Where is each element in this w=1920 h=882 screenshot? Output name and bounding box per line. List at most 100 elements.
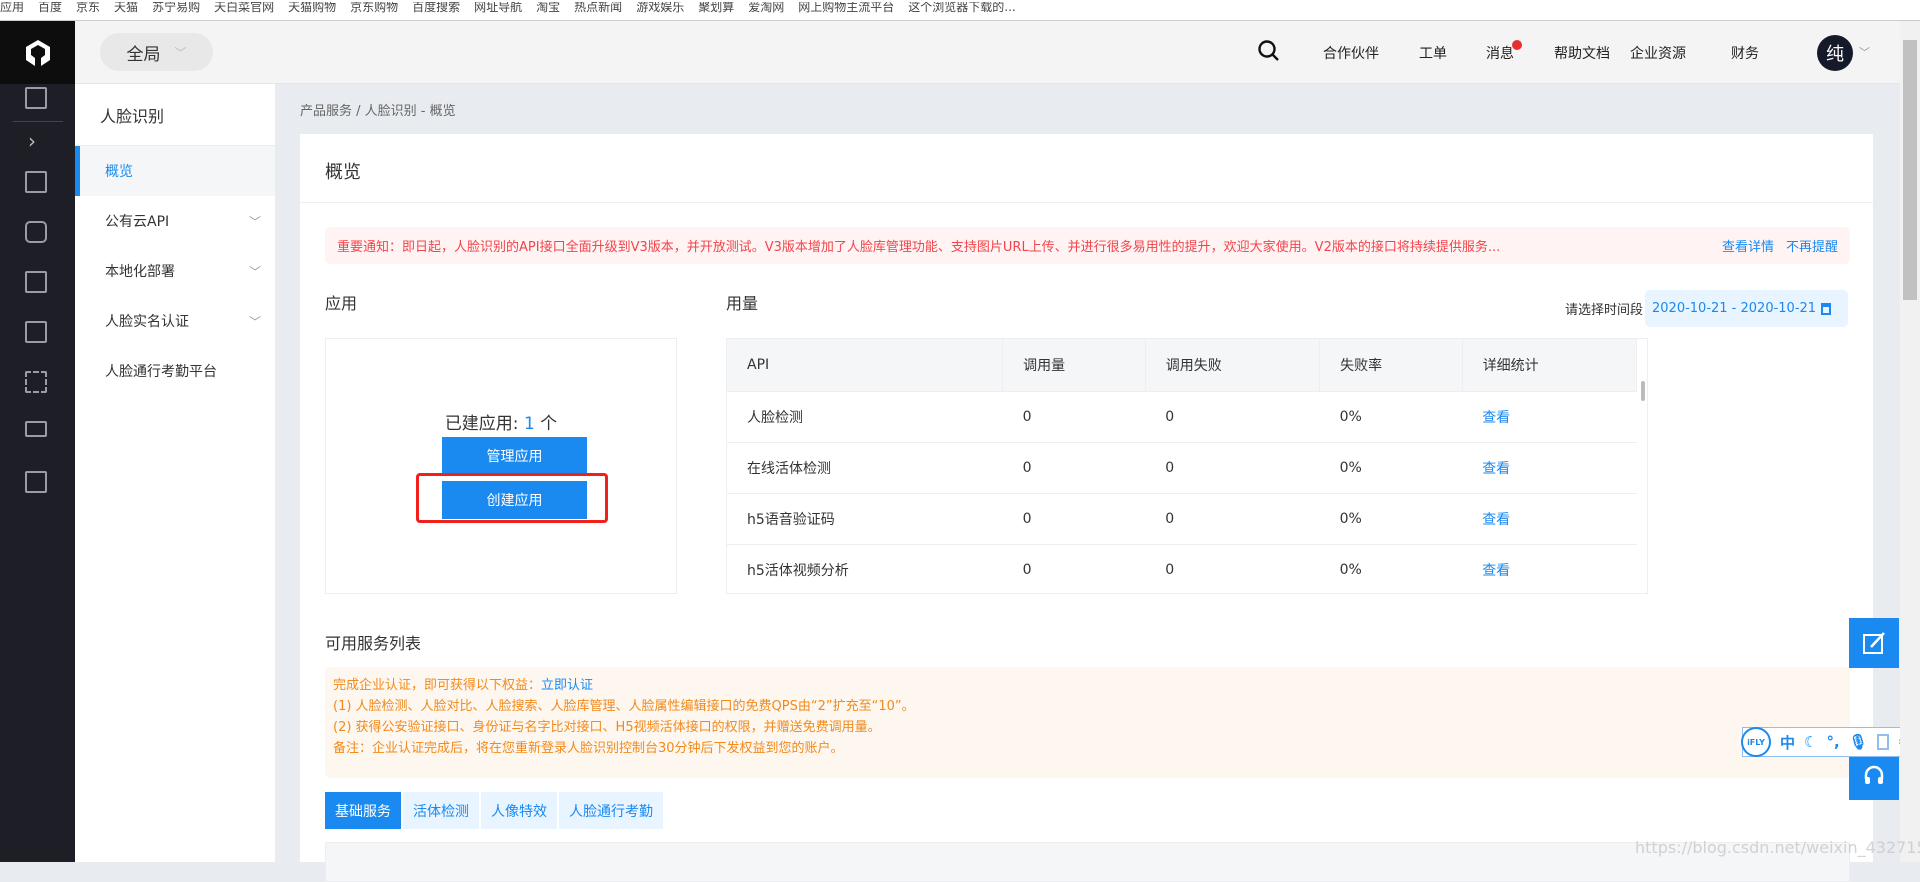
certify-now-link[interactable]: 立即认证 — [541, 678, 593, 693]
table-cell: 0% — [1319, 492, 1463, 544]
nav-enterprise[interactable]: 企业资源 — [1630, 43, 1686, 63]
dashboard-icon[interactable] — [25, 87, 47, 109]
nav-messages[interactable]: 消息 — [1486, 43, 1514, 63]
view-stats-link[interactable]: 查看 — [1482, 461, 1510, 477]
column-header: 调用失败 — [1145, 339, 1321, 391]
watermark: https://blog.csdn.net/weixin_43271542 — [1635, 838, 1920, 857]
bookmark-item[interactable]: 网上购物主流平台 — [798, 2, 894, 16]
bookmark-item[interactable]: 天猫购物 — [288, 2, 336, 16]
table-cell: 0 — [1002, 543, 1146, 593]
chevron-down-icon: ﹀ — [248, 214, 261, 229]
sidebar-item-label: 公有云API — [105, 214, 170, 230]
bookmark-item[interactable]: 百度 — [38, 2, 62, 16]
frame-icon[interactable] — [25, 271, 47, 293]
divider — [300, 202, 1873, 203]
bookmark-item[interactable]: 游戏娱乐 — [636, 2, 684, 16]
bookmark-item[interactable]: 聚划算 — [698, 2, 734, 16]
sidebar-item-label: 人脸通行考勤平台 — [105, 364, 217, 380]
table-row: h5语音验证码 0 0 0% 查看 — [727, 492, 1637, 544]
view-stats-link[interactable]: 查看 — [1482, 512, 1510, 528]
unread-badge — [1512, 40, 1522, 50]
sidebar-item-label: 概览 — [105, 164, 133, 180]
table-cell: 人脸检测 — [727, 390, 1003, 442]
table-cell: 0 — [1145, 543, 1320, 593]
chinese-mode-toggle[interactable]: 中 — [1780, 732, 1795, 753]
sidebar-item[interactable]: 人脸通行考勤平台 — [75, 346, 275, 396]
date-range-picker[interactable]: 2020-10-21 - 2020-10-21 — [1645, 290, 1848, 327]
logo[interactable] — [0, 21, 75, 84]
column-header: 详细统计 — [1462, 339, 1638, 391]
avatar[interactable]: 纯 — [1817, 35, 1853, 71]
moon-icon[interactable]: ☾ — [1804, 733, 1817, 751]
bookmark-item[interactable]: 天猫 — [114, 2, 138, 16]
ifly-input-toolbar: iFLY 中 ☾ °, 🎙 ⚙ — [1741, 727, 1913, 757]
support-button[interactable] — [1849, 750, 1899, 800]
view-stats-link[interactable]: 查看 — [1482, 410, 1510, 426]
sidebar-item[interactable]: 本地化部署 ﹀ — [75, 246, 275, 296]
chevron-down-icon: ﹀ — [174, 45, 187, 60]
sidebar: 人脸识别 概览 公有云API ﹀ 本地化部署 ﹀ 人脸实名认证 ﹀ 人脸通行考勤平台 — [75, 84, 275, 862]
bookmark-item[interactable]: 热点新闻 — [574, 2, 622, 16]
bookmark-item[interactable]: 京东购物 — [350, 2, 398, 16]
sidebar-item[interactable]: 公有云API ﹀ — [75, 196, 275, 246]
column-header: 调用量 — [1002, 339, 1146, 391]
view-stats-link[interactable]: 查看 — [1482, 563, 1510, 579]
bookmark-item[interactable]: 淘宝 — [536, 2, 560, 16]
bookmark-item[interactable]: 应用 — [0, 2, 24, 16]
play-icon[interactable] — [25, 471, 47, 493]
punctuation-icon[interactable]: °, — [1826, 733, 1839, 751]
bookmark-item[interactable]: 京东 — [76, 2, 100, 16]
bookmark-item[interactable]: 苏宁易购 — [152, 2, 200, 16]
expand-chevron-icon[interactable]: › — [28, 129, 36, 153]
sidebar-item-label: 本地化部署 — [105, 264, 175, 280]
microphone-icon[interactable]: 🎙 — [1849, 733, 1868, 751]
scope-select[interactable]: 全局 ﹀ — [100, 33, 213, 71]
nav-finance[interactable]: 财务 — [1731, 43, 1759, 63]
tab-0[interactable]: 基础服务 — [325, 792, 401, 829]
bookmark-item[interactable]: 爱淘网 — [748, 2, 784, 16]
column-header: API — [727, 339, 1004, 391]
tab-1[interactable]: 活体检测 — [403, 792, 479, 829]
bookmark-item[interactable]: 百度搜索 — [412, 2, 460, 16]
scrollbar-thumb[interactable] — [1903, 40, 1917, 300]
nav-docs[interactable]: 帮助文档 — [1554, 43, 1610, 63]
video-icon[interactable] — [25, 421, 47, 437]
cube-logo-icon — [25, 39, 50, 66]
app-count-label: 已建应用: — [444, 414, 524, 434]
table-cell: h5语音验证码 — [727, 492, 1003, 544]
overview-card: 概览 重要通知：即日起，人脸识别的API接口全面升级到V3版本，并开放测试。V3… — [300, 134, 1873, 882]
chevron-down-icon[interactable]: ﹀ — [1859, 44, 1870, 60]
sidebar-item[interactable]: 人脸实名认证 ﹀ — [75, 296, 275, 346]
view-details-link[interactable]: 查看详情 — [1722, 236, 1774, 255]
exchange-icon[interactable] — [25, 221, 47, 243]
search-icon[interactable] — [1257, 39, 1281, 63]
tab-2[interactable]: 人像特效 — [481, 792, 557, 829]
services-heading: 可用服务列表 — [325, 634, 422, 653]
table-cell: 在线活体检测 — [727, 441, 1003, 493]
nav-partners[interactable]: 合作伙伴 — [1323, 43, 1379, 63]
bookmark-item[interactable]: 天白菜官网 — [214, 2, 274, 16]
column-header: 失败率 — [1319, 339, 1463, 391]
dismiss-link[interactable]: 不再提醒 — [1786, 236, 1838, 255]
ifly-logo[interactable]: iFLY — [1741, 727, 1771, 757]
tablet-mic-icon[interactable] — [1876, 734, 1889, 750]
feedback-button[interactable] — [1849, 618, 1899, 668]
table-cell: 0% — [1319, 390, 1463, 442]
bookmark-item[interactable]: 网址导航 — [474, 2, 522, 16]
apps-heading: 应用 — [325, 294, 358, 313]
tab-3[interactable]: 人脸通行考勤 — [559, 792, 663, 829]
table-scrollbar[interactable] — [1641, 381, 1645, 401]
app-count-value: 1 — [523, 414, 535, 434]
notice-banner: 重要通知：即日起，人脸识别的API接口全面升级到V3版本，并开放测试。V3版本增… — [325, 227, 1850, 264]
nav-tickets[interactable]: 工单 — [1419, 43, 1447, 63]
command-icon[interactable] — [25, 371, 47, 393]
bookmark-item[interactable]: 这个浏览器下载的... — [908, 2, 1015, 16]
app-count: 已建应用: 1 个 — [326, 409, 676, 434]
table-cell: h5活体视频分析 — [727, 543, 1003, 593]
services-table-header — [325, 842, 1850, 882]
layout-icon[interactable] — [25, 321, 47, 343]
table-cell: 0% — [1319, 543, 1463, 593]
manage-apps-button[interactable]: 管理应用 — [442, 437, 587, 475]
sidebar-item[interactable]: 概览 — [75, 146, 275, 196]
building-icon[interactable] — [25, 171, 47, 193]
